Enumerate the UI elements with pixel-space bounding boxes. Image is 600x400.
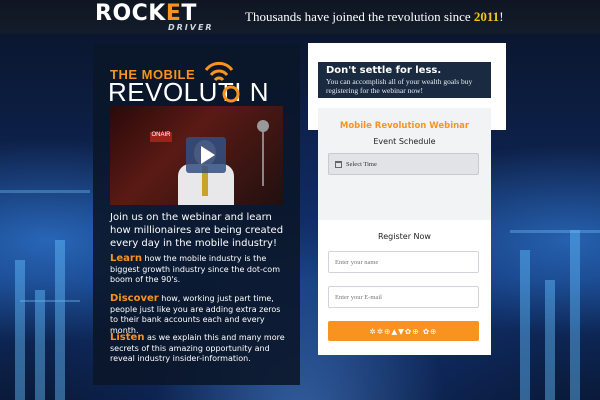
header-tagline: Thousands have joined the revolution sin…	[245, 9, 504, 24]
logo-subtitle: DRIVER	[168, 23, 214, 32]
light-bar	[55, 240, 65, 400]
discover-paragraph: Discover how, working just part time, pe…	[110, 293, 281, 335]
form-headline: Don't settle for less.	[326, 65, 442, 76]
onair-sign: ONAIR	[150, 132, 172, 142]
power-o-icon	[222, 85, 240, 103]
light-bar	[15, 260, 25, 400]
light-bar	[570, 230, 580, 400]
email-input[interactable]	[328, 286, 479, 308]
brand-title-line2: REVOLUTI N	[108, 77, 270, 107]
top-header: ROCKET DRIVER Thousands have joined the …	[0, 0, 600, 34]
light-stripe	[0, 190, 90, 193]
video-player[interactable]: ONAIR	[110, 106, 283, 205]
lamp-decor	[257, 120, 269, 186]
form-headline-box: Don't settle for less. You can accomplis…	[318, 62, 491, 98]
calendar-icon	[335, 160, 342, 168]
webinar-title: Mobile Revolution Webinar	[339, 121, 470, 131]
light-stripe	[510, 230, 600, 233]
register-now-label: Register Now	[378, 232, 431, 241]
logo-wordmark: ROCKET	[95, 1, 197, 26]
registration-form: Mobile Revolution Webinar Event Schedule…	[318, 108, 491, 355]
select-time-dropdown[interactable]: Select Time	[328, 153, 479, 175]
select-time-label: Select Time	[346, 160, 377, 168]
play-icon	[201, 146, 215, 164]
name-input[interactable]	[328, 251, 479, 273]
background-scene	[0, 0, 600, 400]
light-stripe	[20, 300, 80, 302]
play-button[interactable]	[186, 137, 226, 173]
webinar-section: Mobile Revolution Webinar Event Schedule…	[318, 108, 491, 220]
light-bar	[520, 250, 530, 400]
rocket-driver-logo[interactable]: ROCKET DRIVER	[95, 3, 225, 33]
register-submit-button[interactable]: ✲✲⊕▲▼✿⊕ ✿⊕	[328, 321, 479, 341]
light-bar	[35, 290, 45, 400]
intro-text: Join us on the webinar and learn how mil…	[110, 212, 284, 249]
tagline-year: 2011	[473, 9, 500, 24]
listen-paragraph: Listen as we explain this and many more …	[110, 332, 285, 363]
form-subheadline: You can accomplish all of your wealth go…	[326, 77, 473, 95]
light-bar	[545, 280, 555, 400]
learn-paragraph: Learn how the mobile industry is the big…	[110, 253, 280, 284]
info-panel: THE MOBILE REVOLUTI N ONAIR Join us on t…	[93, 43, 300, 385]
event-schedule-label: Event Schedule	[373, 137, 436, 146]
